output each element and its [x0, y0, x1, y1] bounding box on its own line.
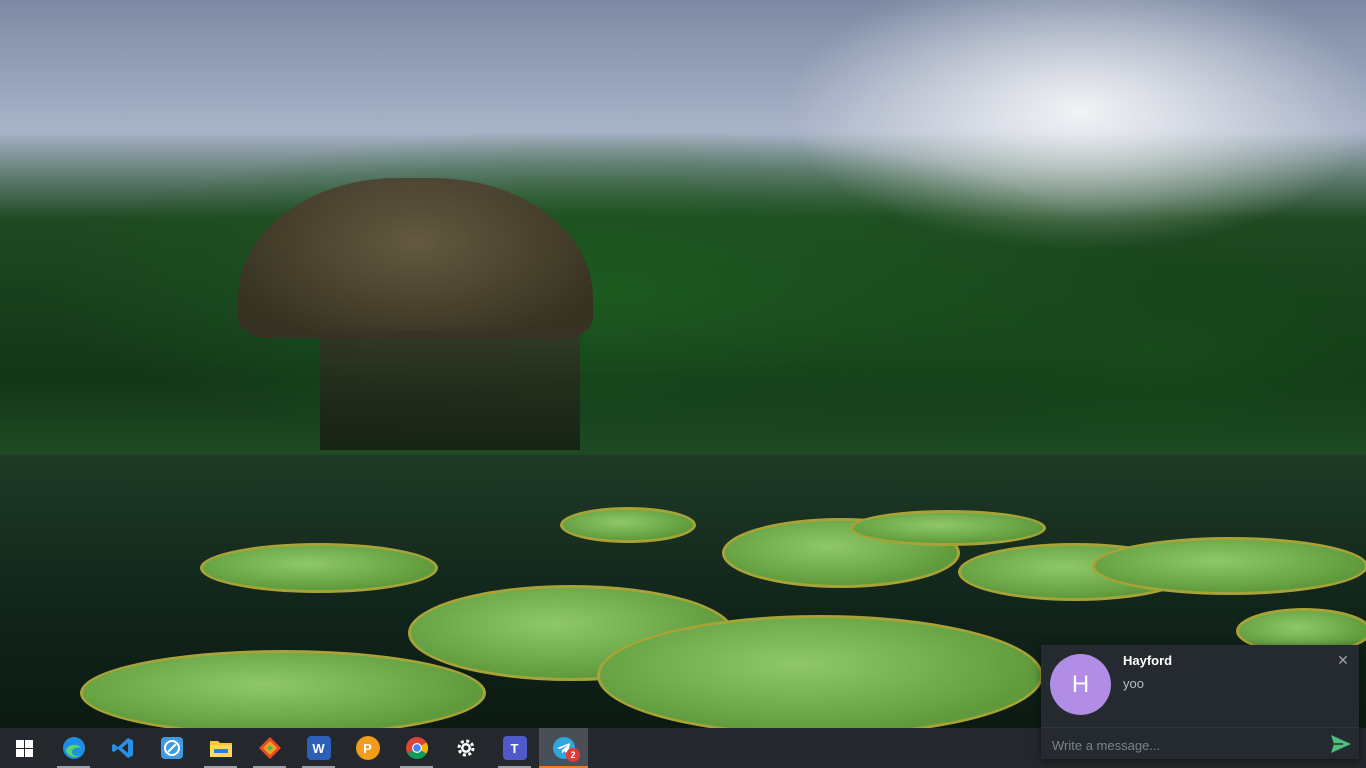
message-preview[interactable]: yoo [1123, 676, 1144, 691]
telegram-notification: H Hayford yoo ✕ [1041, 645, 1359, 759]
reply-bar [1041, 727, 1359, 760]
git-icon [258, 737, 281, 759]
folder-icon [209, 741, 232, 757]
chrome-icon [405, 737, 428, 759]
lily-pad [200, 543, 438, 593]
wallpaper-forest [0, 90, 1366, 450]
lily-pad [560, 507, 696, 543]
avatar: H [1050, 654, 1111, 715]
taskbar-edge-button[interactable] [49, 728, 98, 768]
taskbar-teams-button[interactable]: T [490, 728, 539, 768]
lily-pad [597, 615, 1043, 736]
wallpaper-hut-base [320, 330, 580, 450]
desktop-wallpaper [0, 0, 1366, 736]
taskbar-pomodoro-button[interactable]: P [343, 728, 392, 768]
send-icon[interactable] [1329, 732, 1353, 756]
lily-pad [850, 510, 1046, 546]
teams-icon: T [502, 736, 527, 760]
taskbar-vscode-button[interactable] [98, 728, 147, 768]
windows-logo-icon [16, 739, 33, 757]
orange-circle-icon: P [355, 736, 380, 760]
start-button[interactable] [0, 728, 49, 768]
lily-pad [80, 650, 486, 736]
unread-badge: 2 [566, 748, 580, 762]
edge-icon [62, 737, 85, 759]
reply-input[interactable] [1050, 734, 1314, 756]
gear-icon [457, 739, 474, 757]
taskbar-git-button[interactable] [245, 728, 294, 768]
pen-tool-icon [160, 737, 183, 759]
taskbar-file-explorer-button[interactable] [196, 728, 245, 768]
taskbar-settings-button[interactable] [441, 728, 490, 768]
lily-pad [1092, 537, 1366, 595]
taskbar-chrome-button[interactable] [392, 728, 441, 768]
taskbar-telegram-button[interactable]: 2 [539, 728, 588, 768]
sender-name: Hayford [1123, 653, 1173, 668]
vscode-icon [111, 738, 133, 758]
taskbar-pen-tool-button[interactable] [147, 728, 196, 768]
close-icon[interactable]: ✕ [1336, 653, 1350, 667]
taskbar-word-button[interactable]: W [294, 728, 343, 768]
word-icon: W [306, 736, 331, 760]
